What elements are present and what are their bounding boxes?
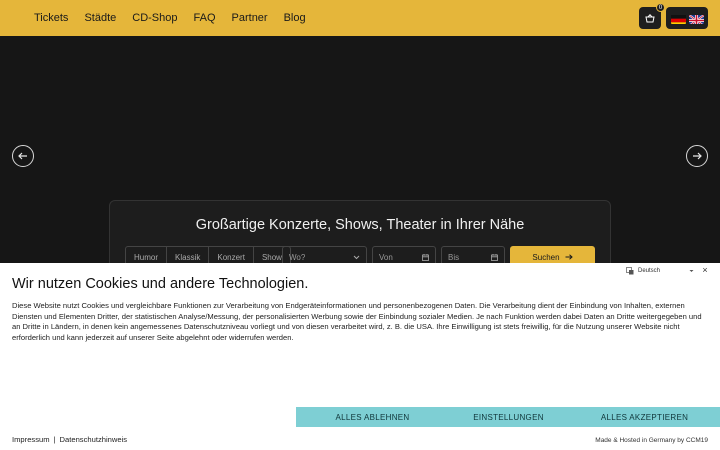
basket-icon bbox=[645, 13, 655, 22]
cart-button[interactable]: 0 bbox=[639, 3, 665, 29]
privacy-link[interactable]: Datenschutzhinweis bbox=[60, 435, 128, 444]
accept-all-button[interactable]: ALLES AKZEPTIEREN bbox=[568, 407, 720, 427]
slider-prev-button[interactable] bbox=[12, 145, 34, 167]
calendar-icon bbox=[491, 253, 498, 261]
nav-item-tickets[interactable]: Tickets bbox=[34, 12, 68, 24]
cookie-footer-links: Impressum | Datenschutzhinweis bbox=[12, 435, 127, 444]
nav-item-partner[interactable]: Partner bbox=[232, 12, 268, 24]
calendar-icon bbox=[422, 253, 429, 261]
flag-de-icon[interactable] bbox=[670, 13, 686, 24]
cookie-language-select[interactable]: Deutsch bbox=[626, 265, 694, 276]
chevron-down-icon bbox=[689, 269, 694, 272]
arrow-left-icon bbox=[18, 152, 27, 160]
chevron-down-icon bbox=[353, 255, 360, 259]
main-nav: Tickets Städte CD-Shop FAQ Partner Blog bbox=[34, 0, 306, 36]
site-header: Tickets Städte CD-Shop FAQ Partner Blog … bbox=[0, 0, 720, 36]
arrow-right-icon bbox=[565, 254, 573, 260]
nav-item-faq[interactable]: FAQ bbox=[194, 12, 216, 24]
flag-uk-icon[interactable] bbox=[688, 13, 704, 24]
hosted-by-note: Made & Hosted in Germany by CCM19 bbox=[595, 437, 708, 444]
reject-all-button[interactable]: ALLES ABLEHNEN bbox=[296, 407, 449, 427]
slider-next-button[interactable] bbox=[686, 145, 708, 167]
search-submit-label: Suchen bbox=[532, 252, 560, 262]
cookie-language-label: Deutsch bbox=[638, 267, 661, 274]
arrow-right-icon bbox=[693, 152, 702, 160]
imprint-link[interactable]: Impressum bbox=[12, 435, 50, 444]
search-title: Großartige Konzerte, Shows, Theater in I… bbox=[195, 217, 525, 233]
language-switcher bbox=[666, 7, 708, 29]
cookie-settings-button[interactable]: EINSTELLUNGEN bbox=[432, 407, 585, 427]
cookie-banner: Deutsch × Wir nutzen Cookies und andere … bbox=[0, 263, 720, 450]
close-icon[interactable]: × bbox=[700, 265, 710, 276]
nav-item-staedte[interactable]: Städte bbox=[84, 12, 116, 24]
where-placeholder: Wo? bbox=[289, 252, 306, 262]
cookie-title: Wir nutzen Cookies und andere Technologi… bbox=[12, 276, 309, 292]
nav-item-blog[interactable]: Blog bbox=[284, 12, 306, 24]
from-date-placeholder: Von bbox=[379, 252, 393, 262]
to-date-placeholder: Bis bbox=[448, 252, 460, 262]
translate-icon bbox=[626, 266, 634, 274]
link-separator: | bbox=[53, 435, 56, 444]
cookie-description: Diese Website nutzt Cookies und vergleic… bbox=[12, 301, 702, 342]
nav-item-cd-shop[interactable]: CD-Shop bbox=[132, 12, 177, 24]
cart-count-badge: 0 bbox=[656, 3, 665, 12]
